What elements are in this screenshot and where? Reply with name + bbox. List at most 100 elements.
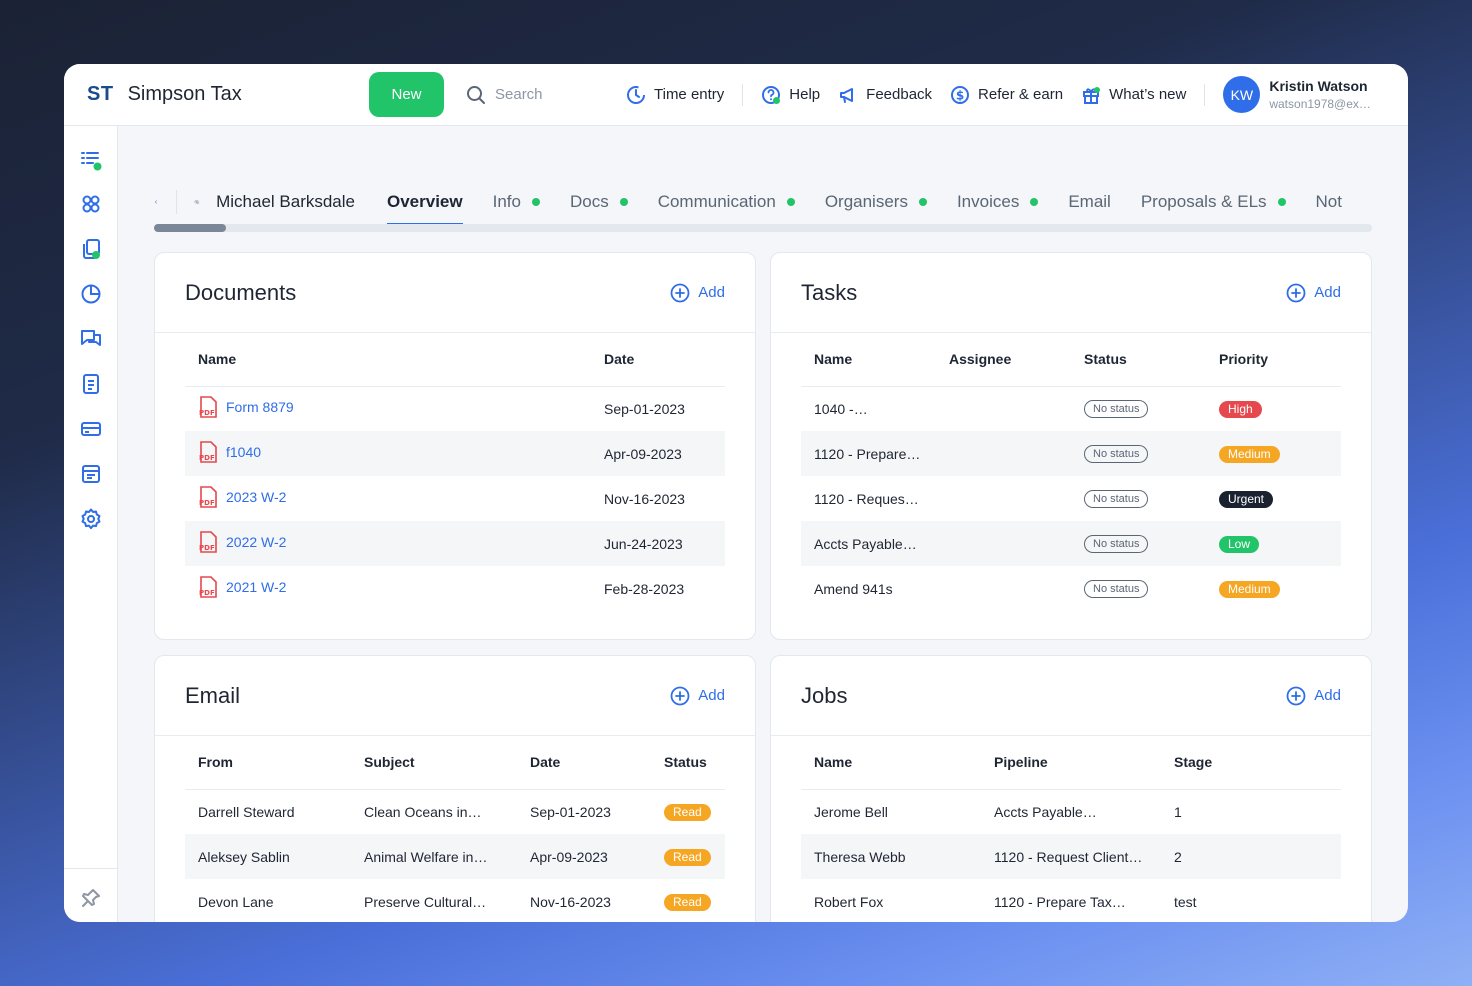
job-pipeline[interactable]: Accts Payable… xyxy=(981,789,1161,834)
tab-proposals[interactable]: Proposals & ELs xyxy=(1141,192,1286,212)
document-name[interactable]: 2022 W-2 xyxy=(226,534,286,550)
task-name[interactable]: 1120 - Prepare… xyxy=(801,431,936,476)
table-row[interactable]: Theresa Webb 1120 - Request Client… 2 xyxy=(801,834,1341,879)
tab-info[interactable]: Info xyxy=(493,192,540,212)
task-name[interactable]: Amend 941s xyxy=(801,566,936,611)
status-badge[interactable]: No status xyxy=(1084,535,1149,553)
table-row[interactable]: Accts Payable… No status Low xyxy=(801,521,1341,566)
column-header[interactable]: Subject xyxy=(351,736,517,790)
tab-docs[interactable]: Docs xyxy=(570,192,628,212)
table-row[interactable]: PDF 2022 W-2 Jun-24-2023 xyxy=(185,521,725,566)
tab-email[interactable]: Email xyxy=(1068,192,1111,212)
add-document-button[interactable]: Add xyxy=(670,283,725,303)
table-row[interactable]: 1120 - Prepare… No status Medium xyxy=(801,431,1341,476)
new-button[interactable]: New xyxy=(369,72,444,117)
scrollbar-thumb[interactable] xyxy=(154,224,226,232)
document-name[interactable]: 2021 W-2 xyxy=(226,579,286,595)
contacts-icon[interactable] xyxy=(79,192,103,216)
table-row[interactable]: 1120 - Reques… No status Urgent xyxy=(801,476,1341,521)
email-subject[interactable]: Clean Oceans in… xyxy=(351,789,517,834)
column-header[interactable]: Assignee xyxy=(936,333,1071,387)
column-header[interactable]: Pipeline xyxy=(981,736,1161,790)
card-title: Email xyxy=(185,682,241,708)
table-row[interactable]: Robert Fox 1120 - Prepare Tax… test xyxy=(801,879,1341,922)
table-row[interactable]: Amend 941s No status Medium xyxy=(801,566,1341,611)
document-date: Sep-01-2023 xyxy=(604,400,685,417)
whats-new-link[interactable]: What’s new xyxy=(1081,85,1186,105)
chat-icon[interactable] xyxy=(79,327,103,351)
table-row[interactable]: PDF 2023 W-2 Nov-16-2023 xyxy=(185,476,725,521)
column-header[interactable]: From xyxy=(185,736,351,790)
task-list-icon[interactable] xyxy=(79,148,103,172)
pie-chart-icon[interactable] xyxy=(79,282,103,306)
job-name[interactable]: Robert Fox xyxy=(801,879,981,922)
chevron-left-icon[interactable] xyxy=(154,194,158,210)
priority-badge[interactable]: Low xyxy=(1219,535,1260,553)
credit-card-icon[interactable] xyxy=(79,417,103,441)
feedback-link[interactable]: Feedback xyxy=(838,85,932,105)
column-header[interactable]: Date xyxy=(591,333,725,387)
job-name[interactable]: Jerome Bell xyxy=(801,789,981,834)
time-entry-link[interactable]: Time entry xyxy=(626,85,724,105)
eye-off-icon[interactable] xyxy=(194,191,200,213)
pin-icon[interactable] xyxy=(79,886,103,910)
task-name[interactable]: 1040 -… xyxy=(801,386,936,431)
column-header[interactable]: Priority xyxy=(1206,333,1341,387)
task-assignee xyxy=(936,521,1071,566)
user-menu[interactable]: KW Kristin Watson watson1978@ex… xyxy=(1223,76,1371,113)
tab-notes[interactable]: Not xyxy=(1316,192,1342,212)
brand[interactable]: ST Simpson Tax xyxy=(87,83,369,106)
table-row[interactable]: 1040 -… No status High xyxy=(801,386,1341,431)
add-task-button[interactable]: Add xyxy=(1286,283,1341,303)
table-row[interactable]: PDF Form 8879 Sep-01-2023 xyxy=(185,386,725,431)
document-name[interactable]: Form 8879 xyxy=(226,399,294,415)
column-header[interactable]: Name xyxy=(801,736,981,790)
help-link[interactable]: Help xyxy=(761,85,820,105)
tab-overview[interactable]: Overview xyxy=(387,192,463,226)
table-row[interactable]: Darrell Steward Clean Oceans in… Sep-01-20… xyxy=(185,789,725,834)
column-header[interactable]: Name xyxy=(185,333,591,387)
refer-earn-link[interactable]: $ Refer & earn xyxy=(950,85,1063,105)
invoice-icon[interactable] xyxy=(79,372,103,396)
column-header[interactable]: Date xyxy=(517,736,651,790)
task-name[interactable]: Accts Payable… xyxy=(801,521,936,566)
add-job-button[interactable]: Add xyxy=(1286,686,1341,706)
search-box[interactable]: Search xyxy=(466,85,626,105)
tab-invoices[interactable]: Invoices xyxy=(957,192,1039,212)
status-badge[interactable]: No status xyxy=(1084,580,1149,598)
gear-icon[interactable] xyxy=(79,507,103,531)
column-header[interactable]: Status xyxy=(1071,333,1206,387)
column-header[interactable]: Name xyxy=(801,333,936,387)
status-badge[interactable]: No status xyxy=(1084,490,1149,508)
tab-organisers[interactable]: Organisers xyxy=(825,192,927,212)
priority-badge[interactable]: Medium xyxy=(1219,580,1280,598)
priority-badge[interactable]: High xyxy=(1219,400,1262,418)
table-row[interactable]: PDF f1040 Apr-09-2023 xyxy=(185,431,725,476)
table-row[interactable]: Aleksey Sablin Animal Welfare in… Apr-09-2… xyxy=(185,834,725,879)
tab-communication[interactable]: Communication xyxy=(658,192,795,212)
table-row[interactable]: Devon Lane Preserve Cultural… Nov-16-2023 R… xyxy=(185,879,725,922)
task-name[interactable]: 1120 - Reques… xyxy=(801,476,936,521)
documents-icon[interactable] xyxy=(79,237,103,261)
job-name[interactable]: Theresa Webb xyxy=(801,834,981,879)
column-header[interactable]: Status xyxy=(651,736,725,790)
tabs-scrollbar[interactable] xyxy=(154,224,1372,232)
priority-badge[interactable]: Medium xyxy=(1219,445,1280,463)
table-row[interactable]: Jerome Bell Accts Payable… 1 xyxy=(801,789,1341,834)
gift-icon xyxy=(1083,86,1101,104)
add-email-button[interactable]: Add xyxy=(670,686,725,706)
job-pipeline[interactable]: 1120 - Prepare Tax… xyxy=(981,879,1161,922)
column-header[interactable]: Stage xyxy=(1161,736,1341,790)
priority-badge[interactable]: Urgent xyxy=(1219,490,1274,508)
table-row[interactable]: PDF 2021 W-2 Feb-28-2023 xyxy=(185,566,725,611)
email-table: From Subject Date Status Darrell Steward… xyxy=(185,736,725,922)
calendar-icon[interactable] xyxy=(79,462,103,486)
email-subject[interactable]: Preserve Cultural… xyxy=(351,879,517,922)
email-subject[interactable]: Animal Welfare in… xyxy=(351,834,517,879)
status-badge[interactable]: No status xyxy=(1084,445,1149,463)
status-badge[interactable]: No status xyxy=(1084,400,1149,419)
whats-new-label: What’s new xyxy=(1109,86,1187,103)
document-name[interactable]: 2023 W-2 xyxy=(226,489,286,505)
job-pipeline[interactable]: 1120 - Request Client… xyxy=(981,834,1161,879)
document-name[interactable]: f1040 xyxy=(226,444,261,460)
